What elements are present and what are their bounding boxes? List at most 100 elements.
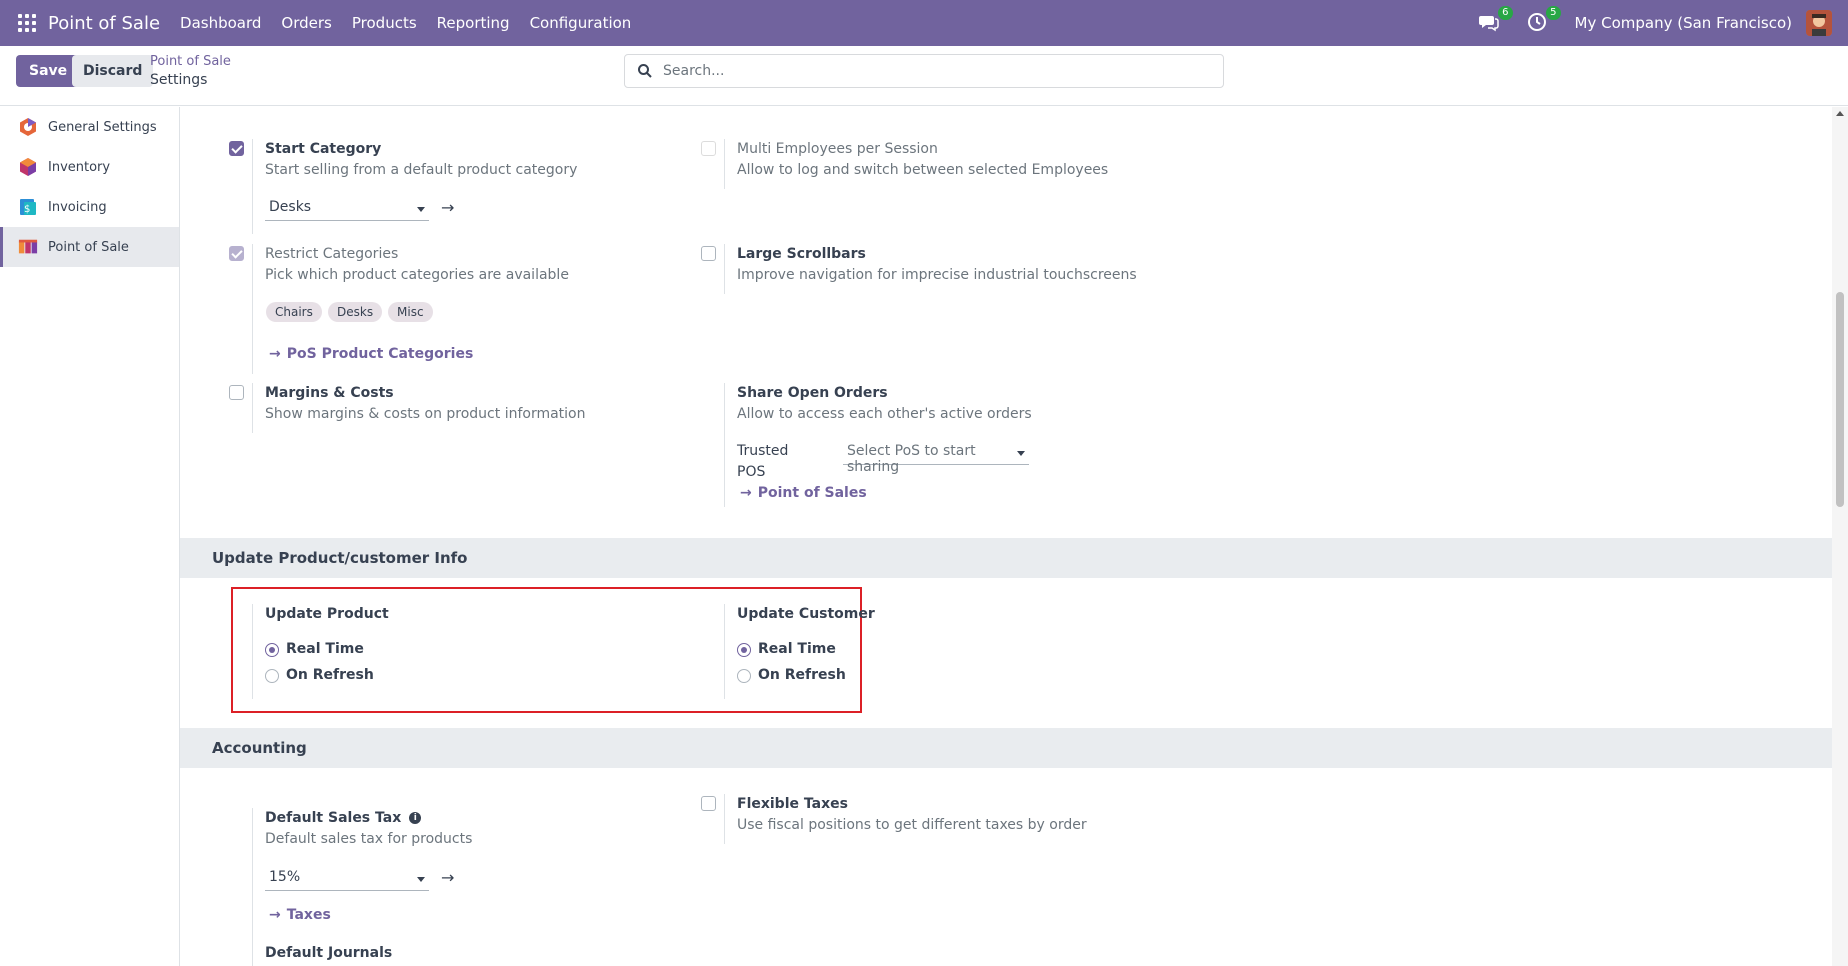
update-customer-onrefresh-label[interactable]: On Refresh bbox=[758, 667, 846, 683]
apps-menu-icon[interactable] bbox=[18, 14, 36, 32]
divider bbox=[252, 383, 253, 433]
category-tag[interactable]: Desks bbox=[328, 302, 383, 322]
margins-costs-title: Margins & Costs bbox=[265, 385, 394, 401]
scroll-thumb[interactable] bbox=[1836, 292, 1844, 507]
update-product-realtime-label[interactable]: Real Time bbox=[286, 641, 364, 657]
point-of-sale-icon bbox=[18, 239, 38, 254]
divider bbox=[724, 244, 725, 294]
restrict-categories-checkbox[interactable] bbox=[229, 246, 244, 261]
sidebar-item-point-of-sale[interactable]: Point of Sale bbox=[0, 227, 179, 267]
activities-icon[interactable]: 5 bbox=[1527, 6, 1561, 34]
divider bbox=[252, 139, 253, 234]
menu-dashboard[interactable]: Dashboard bbox=[180, 14, 261, 32]
inventory-icon bbox=[20, 158, 36, 176]
taxes-link[interactable]: → Taxes bbox=[269, 907, 331, 923]
search-icon bbox=[638, 64, 652, 78]
arrow-right-icon: → bbox=[740, 485, 752, 501]
trusted-pos-placeholder: Select PoS to start sharing bbox=[847, 443, 976, 475]
divider bbox=[724, 139, 725, 189]
margins-costs-checkbox[interactable] bbox=[229, 385, 244, 400]
open-arrow-icon[interactable]: → bbox=[441, 198, 454, 217]
user-avatar[interactable] bbox=[1806, 10, 1832, 36]
breadcrumb-parent[interactable]: Point of Sale bbox=[150, 54, 231, 69]
multi-employees-desc: Allow to log and switch between selected… bbox=[737, 162, 1109, 178]
invoicing-icon: $ bbox=[20, 199, 36, 215]
sidebar-item-label: Point of Sale bbox=[48, 239, 129, 255]
search-input[interactable] bbox=[663, 63, 1203, 79]
main-scrollbar[interactable] bbox=[1832, 107, 1848, 966]
start-category-value: Desks bbox=[269, 199, 312, 215]
flexible-taxes-title: Flexible Taxes bbox=[737, 796, 848, 812]
settings-main: Start Category Start selling from a defa… bbox=[180, 107, 1832, 966]
info-icon[interactable]: i bbox=[409, 812, 422, 824]
default-sales-tax-desc: Default sales tax for products bbox=[265, 831, 473, 847]
flexible-taxes-checkbox[interactable] bbox=[701, 796, 716, 811]
svg-text:$: $ bbox=[24, 204, 30, 215]
flexible-taxes-desc: Use fiscal positions to get different ta… bbox=[737, 817, 1087, 833]
app-brand[interactable]: Point of Sale bbox=[48, 13, 160, 34]
trusted-pos-label-2: POS bbox=[737, 464, 766, 480]
update-product-onrefresh-label[interactable]: On Refresh bbox=[286, 667, 374, 683]
menu-products[interactable]: Products bbox=[352, 14, 417, 32]
trusted-pos-select[interactable]: Select PoS to start sharing bbox=[843, 441, 1029, 475]
company-switcher[interactable]: My Company (San Francisco) bbox=[1575, 14, 1792, 32]
breadcrumb-current: Settings bbox=[150, 72, 208, 88]
section-header-update-info: Update Product/customer Info bbox=[180, 538, 1832, 578]
start-category-title: Start Category bbox=[265, 141, 382, 157]
large-scrollbars-checkbox[interactable] bbox=[701, 246, 716, 261]
large-scrollbars-desc: Improve navigation for imprecise industr… bbox=[737, 267, 1137, 283]
share-open-orders-title: Share Open Orders bbox=[737, 385, 888, 401]
divider bbox=[252, 808, 253, 966]
activities-badge: 5 bbox=[1546, 6, 1561, 20]
divider bbox=[252, 244, 253, 374]
sidebar-item-general-settings[interactable]: General Settings bbox=[0, 107, 179, 147]
sidebar-item-label: General Settings bbox=[48, 119, 157, 135]
menu-reporting[interactable]: Reporting bbox=[437, 14, 510, 32]
menu-configuration[interactable]: Configuration bbox=[530, 14, 632, 32]
divider bbox=[724, 383, 725, 507]
large-scrollbars-title: Large Scrollbars bbox=[737, 246, 866, 262]
category-tag[interactable]: Chairs bbox=[266, 302, 322, 322]
sidebar-item-invoicing[interactable]: $ Invoicing bbox=[0, 187, 179, 227]
update-customer-onrefresh-radio[interactable] bbox=[737, 669, 751, 683]
scroll-up-icon[interactable] bbox=[1836, 111, 1844, 116]
chevron-down-icon bbox=[417, 877, 425, 882]
chevron-down-icon bbox=[417, 207, 425, 212]
sidebar-item-label: Invoicing bbox=[48, 199, 107, 215]
breadcrumb: Point of Sale Settings bbox=[150, 54, 231, 88]
update-product-onrefresh-radio[interactable] bbox=[265, 669, 279, 683]
default-journals-title: Default Journals bbox=[265, 945, 393, 961]
divider bbox=[724, 794, 725, 844]
pos-product-categories-link[interactable]: → PoS Product Categories bbox=[269, 346, 473, 362]
messages-badge: 6 bbox=[1498, 6, 1513, 20]
search-box bbox=[624, 54, 1224, 88]
start-category-checkbox[interactable] bbox=[229, 141, 244, 156]
share-open-orders-desc: Allow to access each other's active orde… bbox=[737, 406, 1032, 422]
link-label: Point of Sales bbox=[757, 485, 867, 501]
trusted-pos-label-1: Trusted bbox=[737, 443, 789, 459]
default-sales-tax-value: 15% bbox=[269, 869, 301, 885]
open-arrow-icon[interactable]: → bbox=[441, 868, 454, 887]
sidebar-item-inventory[interactable]: Inventory bbox=[0, 147, 179, 187]
menu-orders[interactable]: Orders bbox=[281, 14, 331, 32]
section-title: Accounting bbox=[212, 739, 307, 757]
multi-employees-title: Multi Employees per Session bbox=[737, 141, 938, 157]
settings-sidebar: General Settings Inventory $ Invoicing P… bbox=[0, 107, 180, 966]
update-product-realtime-radio[interactable] bbox=[265, 643, 279, 657]
save-button[interactable]: Save bbox=[16, 55, 81, 87]
restrict-categories-desc: Pick which product categories are availa… bbox=[265, 267, 569, 283]
default-sales-tax-title: Default Sales Tax i bbox=[265, 810, 422, 826]
category-tag[interactable]: Misc bbox=[388, 302, 433, 322]
default-sales-tax-select[interactable]: 15% bbox=[265, 867, 429, 891]
discard-button[interactable]: Discard bbox=[72, 55, 154, 87]
update-customer-realtime-label[interactable]: Real Time bbox=[758, 641, 836, 657]
multi-employees-checkbox[interactable] bbox=[701, 141, 716, 156]
control-panel: Save Discard Point of Sale Settings bbox=[0, 46, 1848, 106]
start-category-desc: Start selling from a default product cat… bbox=[265, 162, 578, 178]
messages-icon[interactable]: 6 bbox=[1478, 6, 1513, 34]
link-label: PoS Product Categories bbox=[286, 346, 474, 362]
update-customer-realtime-radio[interactable] bbox=[737, 643, 751, 657]
start-category-select[interactable]: Desks bbox=[265, 197, 429, 221]
point-of-sales-link[interactable]: → Point of Sales bbox=[740, 485, 867, 501]
arrow-right-icon: → bbox=[269, 346, 281, 362]
